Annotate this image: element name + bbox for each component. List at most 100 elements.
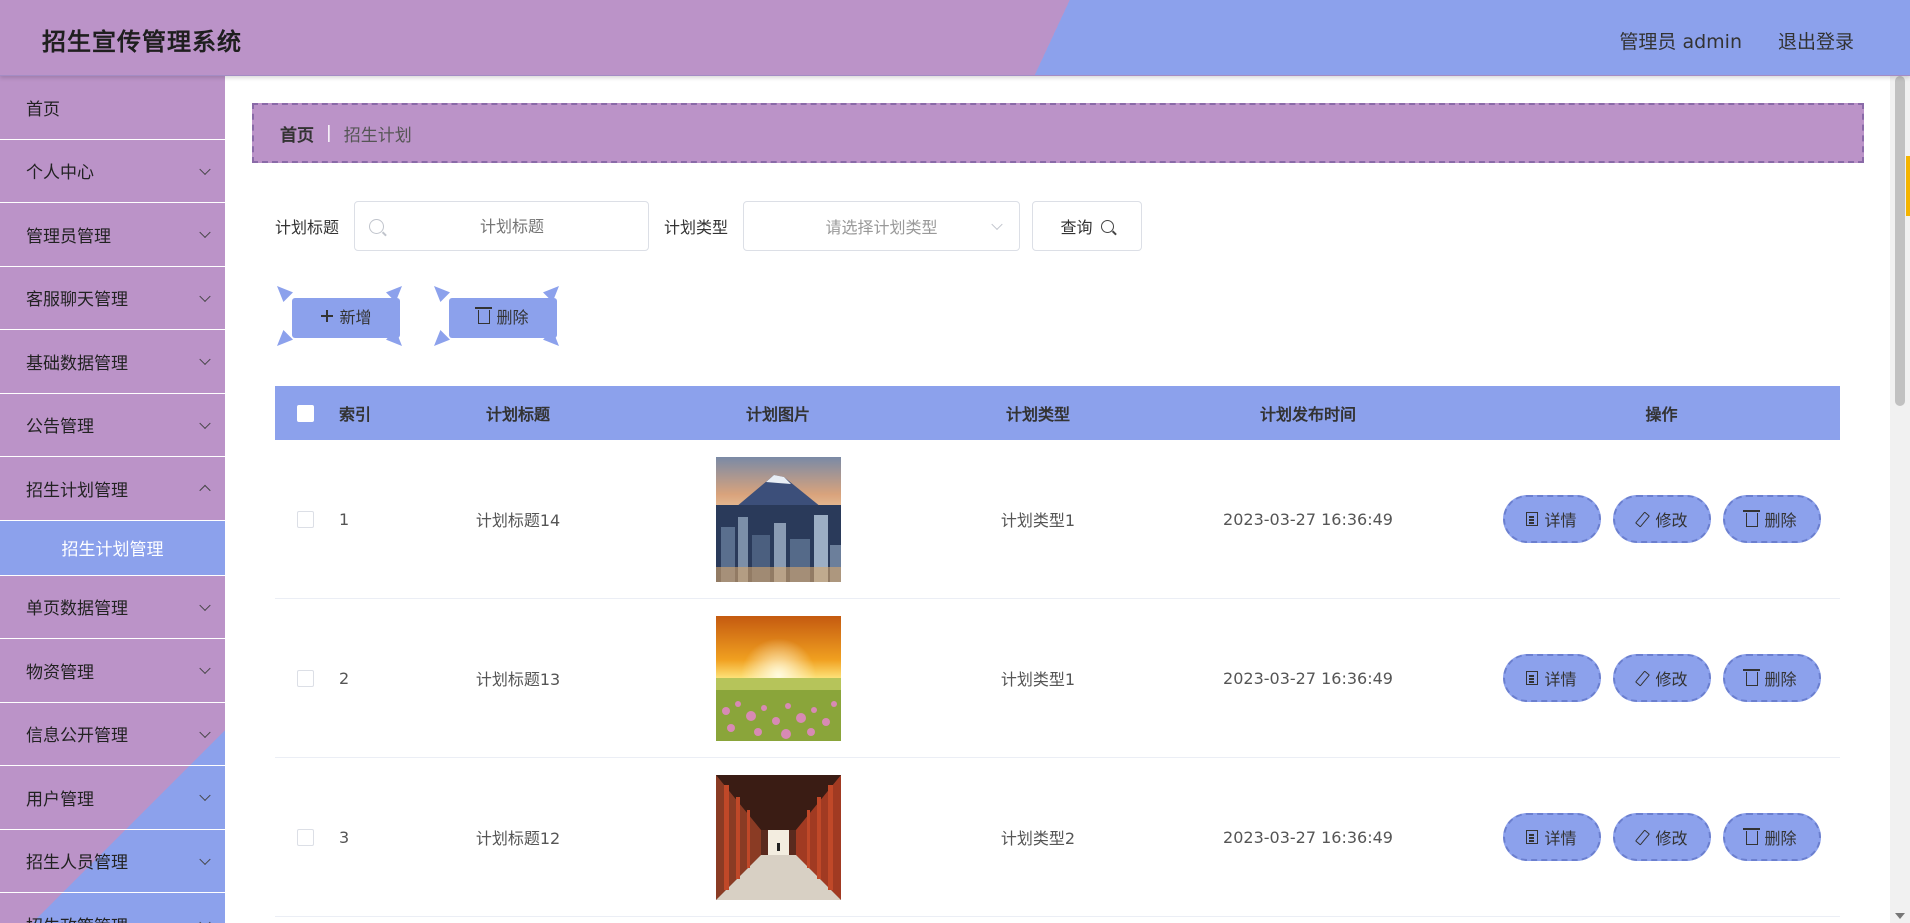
- chevron-down-icon: [199, 599, 211, 611]
- chevron-down-icon: [199, 417, 211, 429]
- trash-icon: [1743, 510, 1761, 527]
- edit-button[interactable]: 修改: [1612, 813, 1711, 861]
- search-icon: [1100, 219, 1114, 233]
- query-button-label: 查询: [1060, 218, 1093, 237]
- chevron-down-icon: [199, 353, 211, 366]
- page-scrollbar[interactable]: [1890, 76, 1910, 923]
- row-title: 计划标题14: [475, 511, 561, 530]
- select-all-checkbox[interactable]: [296, 404, 314, 422]
- button-corner: [434, 286, 450, 302]
- row-check-cell: [275, 669, 335, 687]
- detail-button[interactable]: 详情: [1502, 813, 1601, 861]
- sidebar-item-label: 用户管理: [26, 789, 94, 810]
- document-icon: [1526, 512, 1539, 526]
- edit-label: 修改: [1655, 829, 1688, 848]
- row-time: 2023-03-27 16:36:49: [1223, 827, 1393, 847]
- header-index: 索引: [339, 405, 372, 424]
- action-toolbar: 新增 删除: [275, 286, 559, 346]
- chevron-down-icon: [199, 226, 211, 239]
- chevron-down-icon: [991, 218, 1003, 231]
- chevron-down-icon: [199, 290, 211, 302]
- delete-button-label: 删除: [496, 308, 529, 327]
- edit-label: 修改: [1655, 511, 1688, 530]
- sidebar-item-basic-data[interactable]: 基础数据管理: [0, 330, 225, 394]
- detail-button[interactable]: 详情: [1502, 495, 1601, 543]
- sidebar-item-profile[interactable]: 个人中心: [0, 140, 225, 203]
- sidebar-item-label: 招生人员管理: [26, 853, 128, 874]
- breadcrumb-separator: |: [326, 123, 332, 143]
- row-index: 2: [339, 668, 350, 688]
- edit-icon: [1635, 512, 1649, 526]
- type-select-placeholder: 请选择计划类型: [825, 218, 938, 237]
- sidebar-item-chat[interactable]: 客服聊天管理: [0, 267, 225, 330]
- plus-icon: [321, 310, 334, 322]
- chevron-down-icon: [199, 163, 211, 175]
- header-time: 计划发布时间: [1259, 405, 1356, 424]
- sidebar-item-recruiters[interactable]: 招生人员管理: [0, 830, 225, 893]
- app-title: 招生宣传管理系统: [42, 28, 242, 56]
- add-button[interactable]: 新增: [275, 286, 402, 346]
- sidebar-item-label: 管理员管理: [26, 226, 111, 247]
- detail-button[interactable]: 详情: [1502, 654, 1601, 702]
- sidebar-item-users[interactable]: 用户管理: [0, 766, 225, 830]
- row-image-cell: [613, 456, 943, 582]
- title-search-box[interactable]: [354, 201, 650, 251]
- row-checkbox[interactable]: [296, 828, 314, 846]
- title-filter-label: 计划标题: [275, 218, 340, 237]
- sidebar-subitem-plan-manage[interactable]: 招生计划管理: [0, 520, 225, 576]
- table-row: 1 计划标题14 计划类型1 2023-03-27 16:36:49 详情 修改…: [275, 440, 1840, 599]
- detail-label: 详情: [1544, 829, 1577, 848]
- row-index: 3: [339, 827, 350, 847]
- row-check-cell: [275, 828, 335, 846]
- edit-button[interactable]: 修改: [1612, 495, 1711, 543]
- row-checkbox[interactable]: [296, 510, 314, 528]
- sidebar-item-notice[interactable]: 公告管理: [0, 394, 225, 457]
- row-checkbox[interactable]: [296, 669, 314, 687]
- delete-button[interactable]: 删除: [1722, 813, 1821, 861]
- sidebar-item-label: 物资管理: [26, 662, 94, 683]
- detail-label: 详情: [1544, 511, 1577, 530]
- delete-button[interactable]: 删除: [1722, 654, 1821, 702]
- delete-button[interactable]: 删除: [1722, 495, 1821, 543]
- scroll-down-arrow-icon[interactable]: [1895, 913, 1905, 919]
- row-ops: 详情 修改 删除: [1483, 495, 1840, 543]
- document-icon: [1526, 830, 1539, 844]
- type-filter-label: 计划类型: [664, 218, 729, 237]
- row-index: 1: [339, 509, 350, 529]
- row-title: 计划标题13: [475, 670, 561, 689]
- table-header: 索引 计划标题 计划图片 计划类型 计划发布时间 操作: [275, 386, 1840, 440]
- table-row: 2 计划标题13 计划类型1 2023-03-27 16:36:49 详情 修改…: [275, 599, 1840, 758]
- title-search-input[interactable]: [402, 216, 623, 236]
- scrollbar-thumb[interactable]: [1895, 76, 1905, 406]
- logout-link[interactable]: 退出登录: [1778, 27, 1854, 54]
- sidebar-item-info-public[interactable]: 信息公开管理: [0, 703, 225, 766]
- add-button-content: 新增: [321, 304, 372, 328]
- query-button[interactable]: 查询: [1032, 201, 1143, 251]
- red-pillar-corridor-photo[interactable]: [715, 774, 841, 900]
- sidebar-item-label: 招生政策管理: [26, 912, 128, 923]
- row-time: 2023-03-27 16:36:49: [1223, 668, 1393, 688]
- sidebar-item-policy[interactable]: 招生政策管理: [0, 893, 225, 923]
- sidebar-item-label: 招生计划管理: [26, 480, 128, 501]
- sidebar: 首页 个人中心 管理员管理 客服聊天管理 基础数据管理 公告管理 招生计划管理 …: [0, 76, 225, 923]
- row-image-cell: [613, 774, 943, 900]
- type-select[interactable]: 请选择计划类型: [743, 201, 1021, 251]
- sunset-flower-field-photo[interactable]: [715, 615, 841, 741]
- row-type: 计划类型1: [1000, 670, 1076, 689]
- chevron-up-icon: [199, 484, 211, 497]
- batch-delete-button[interactable]: 删除: [432, 286, 559, 346]
- edit-icon: [1635, 671, 1649, 685]
- sidebar-item-plan[interactable]: 招生计划管理: [0, 457, 225, 521]
- row-image-cell: [613, 615, 943, 741]
- sidebar-item-single-page[interactable]: 单页数据管理: [0, 576, 225, 639]
- breadcrumb-home[interactable]: 首页: [280, 121, 314, 146]
- sidebar-item-home[interactable]: 首页: [0, 76, 225, 140]
- mountain-city-photo[interactable]: [715, 456, 841, 582]
- header-image: 计划图片: [745, 405, 810, 424]
- row-type: 计划类型1: [1000, 511, 1076, 530]
- edit-button[interactable]: 修改: [1612, 654, 1711, 702]
- sidebar-item-supplies[interactable]: 物资管理: [0, 639, 225, 703]
- plan-table: 索引 计划标题 计划图片 计划类型 计划发布时间 操作 1 计划标题14 计划类…: [275, 386, 1840, 917]
- sidebar-item-admin[interactable]: 管理员管理: [0, 203, 225, 267]
- row-time: 2023-03-27 16:36:49: [1223, 509, 1393, 529]
